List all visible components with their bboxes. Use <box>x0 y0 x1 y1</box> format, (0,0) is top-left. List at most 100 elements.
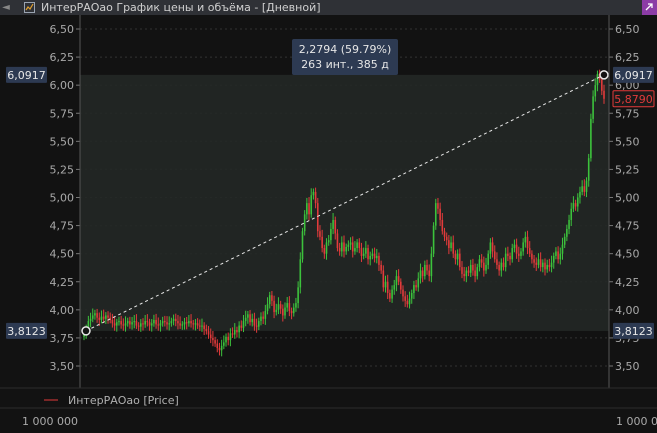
candle-body <box>314 191 317 204</box>
candle-body <box>198 325 201 327</box>
candle-body <box>386 281 389 293</box>
candle-body <box>179 323 181 326</box>
candle-body <box>140 323 142 327</box>
candle-body <box>341 242 343 252</box>
candle-body <box>231 333 234 335</box>
candle-body <box>264 310 267 319</box>
candle-body <box>500 262 503 271</box>
candle-body <box>107 315 109 318</box>
legend-label: ИнтерРАОао [Price] <box>68 394 179 407</box>
volume-axis-left-label: 1 000 000 <box>22 415 78 428</box>
candle-body <box>174 318 177 322</box>
candle-body <box>196 323 199 326</box>
candle-body <box>493 251 496 260</box>
candle-body <box>491 242 494 252</box>
candle-body <box>301 231 304 260</box>
candle-body <box>214 340 216 344</box>
candle-body <box>295 303 297 308</box>
left-tick-label: 4,50 <box>50 248 75 261</box>
candle-body <box>507 253 509 256</box>
candle-body <box>511 248 514 260</box>
candle-body <box>268 295 271 305</box>
candle-body <box>382 270 385 288</box>
right-tick-label: 5,00 <box>615 192 640 205</box>
candle-body <box>91 315 94 319</box>
candle-body <box>310 195 313 215</box>
candle-body <box>161 321 164 324</box>
measurement-period: 263 инт., 385 д <box>301 58 389 71</box>
candle-body <box>146 321 149 323</box>
price-chart[interactable]: 6,50 6,25 6,00 5,75 5,50 5,25 5,00 4,75 4,50 4,25… <box>0 15 657 433</box>
candle-body <box>432 225 435 254</box>
measurement-start-handle[interactable] <box>81 326 91 336</box>
candle-body <box>100 316 103 320</box>
candle-body <box>524 236 527 243</box>
candle-body <box>517 253 520 256</box>
candle-body <box>279 304 282 309</box>
candle-body <box>227 336 230 341</box>
candle-body <box>601 79 603 91</box>
candle-body <box>365 248 367 254</box>
candle-body <box>144 321 146 325</box>
candle-body <box>249 314 251 323</box>
candle-body <box>323 248 326 254</box>
candle-body <box>251 318 254 323</box>
candle-body <box>185 322 188 324</box>
candle-body <box>583 186 586 192</box>
candle-body <box>330 228 332 241</box>
left-price-axis: 6,50 6,25 6,00 5,75 5,50 5,25 5,00 4,75 4,50 4,25… <box>50 15 81 388</box>
candle-body <box>275 309 278 313</box>
measurement-end-handle[interactable] <box>599 70 609 80</box>
candle-body <box>594 85 597 97</box>
right-tick-label: 4,75 <box>615 220 640 233</box>
candle-body <box>367 248 369 260</box>
title-bar: ◄ ИнтерРАОао График цены и объёма - [Дне… <box>0 0 657 15</box>
candle-body <box>375 255 378 259</box>
candle-body <box>561 244 564 254</box>
candle-body <box>478 259 481 268</box>
candle-body <box>349 242 352 245</box>
candle-body <box>290 310 293 314</box>
right-tick-label: 4,00 <box>615 304 640 317</box>
candle-body <box>603 90 605 99</box>
link-button[interactable] <box>642 0 657 15</box>
candle-body <box>585 180 588 192</box>
right-range-low-badge: 3,8123 <box>613 322 654 339</box>
candle-body <box>321 236 323 249</box>
candle-body <box>469 264 472 273</box>
candle-body <box>327 240 330 243</box>
candle-body <box>347 244 350 247</box>
candle-body <box>483 262 485 271</box>
candle-body <box>120 321 122 325</box>
candle-body <box>303 214 306 232</box>
candle-body <box>548 264 551 268</box>
candle-body <box>391 289 393 299</box>
candle-body <box>489 242 492 254</box>
candle-body <box>218 348 221 351</box>
candle-body <box>452 242 455 254</box>
candle-body <box>105 315 107 319</box>
candle-body <box>428 270 431 277</box>
left-tick-label: 5,75 <box>50 107 75 120</box>
right-range-high-badge: 6,0917 <box>613 66 654 83</box>
svg-text:5,8790: 5,8790 <box>614 93 653 106</box>
left-tick-label: 4,25 <box>50 276 75 289</box>
candle-body <box>273 300 275 313</box>
candle-body <box>496 259 498 265</box>
candle-body <box>345 246 347 252</box>
collapse-arrow-icon[interactable]: ◄ <box>0 0 12 15</box>
candle-body <box>282 308 284 316</box>
candle-body <box>338 248 341 252</box>
candle-body <box>181 324 184 326</box>
left-tick-label: 6,00 <box>50 79 75 92</box>
candle-body <box>212 337 214 341</box>
candle-body <box>509 255 511 260</box>
candle-body <box>520 251 522 256</box>
measurement-change: 2,2794 (59.79%) <box>299 43 392 56</box>
candle-body <box>111 319 114 324</box>
candle-body <box>168 323 171 325</box>
candle-body <box>325 242 328 254</box>
candle-body <box>126 321 129 324</box>
candle-body <box>546 264 548 270</box>
candle-body <box>192 323 195 325</box>
